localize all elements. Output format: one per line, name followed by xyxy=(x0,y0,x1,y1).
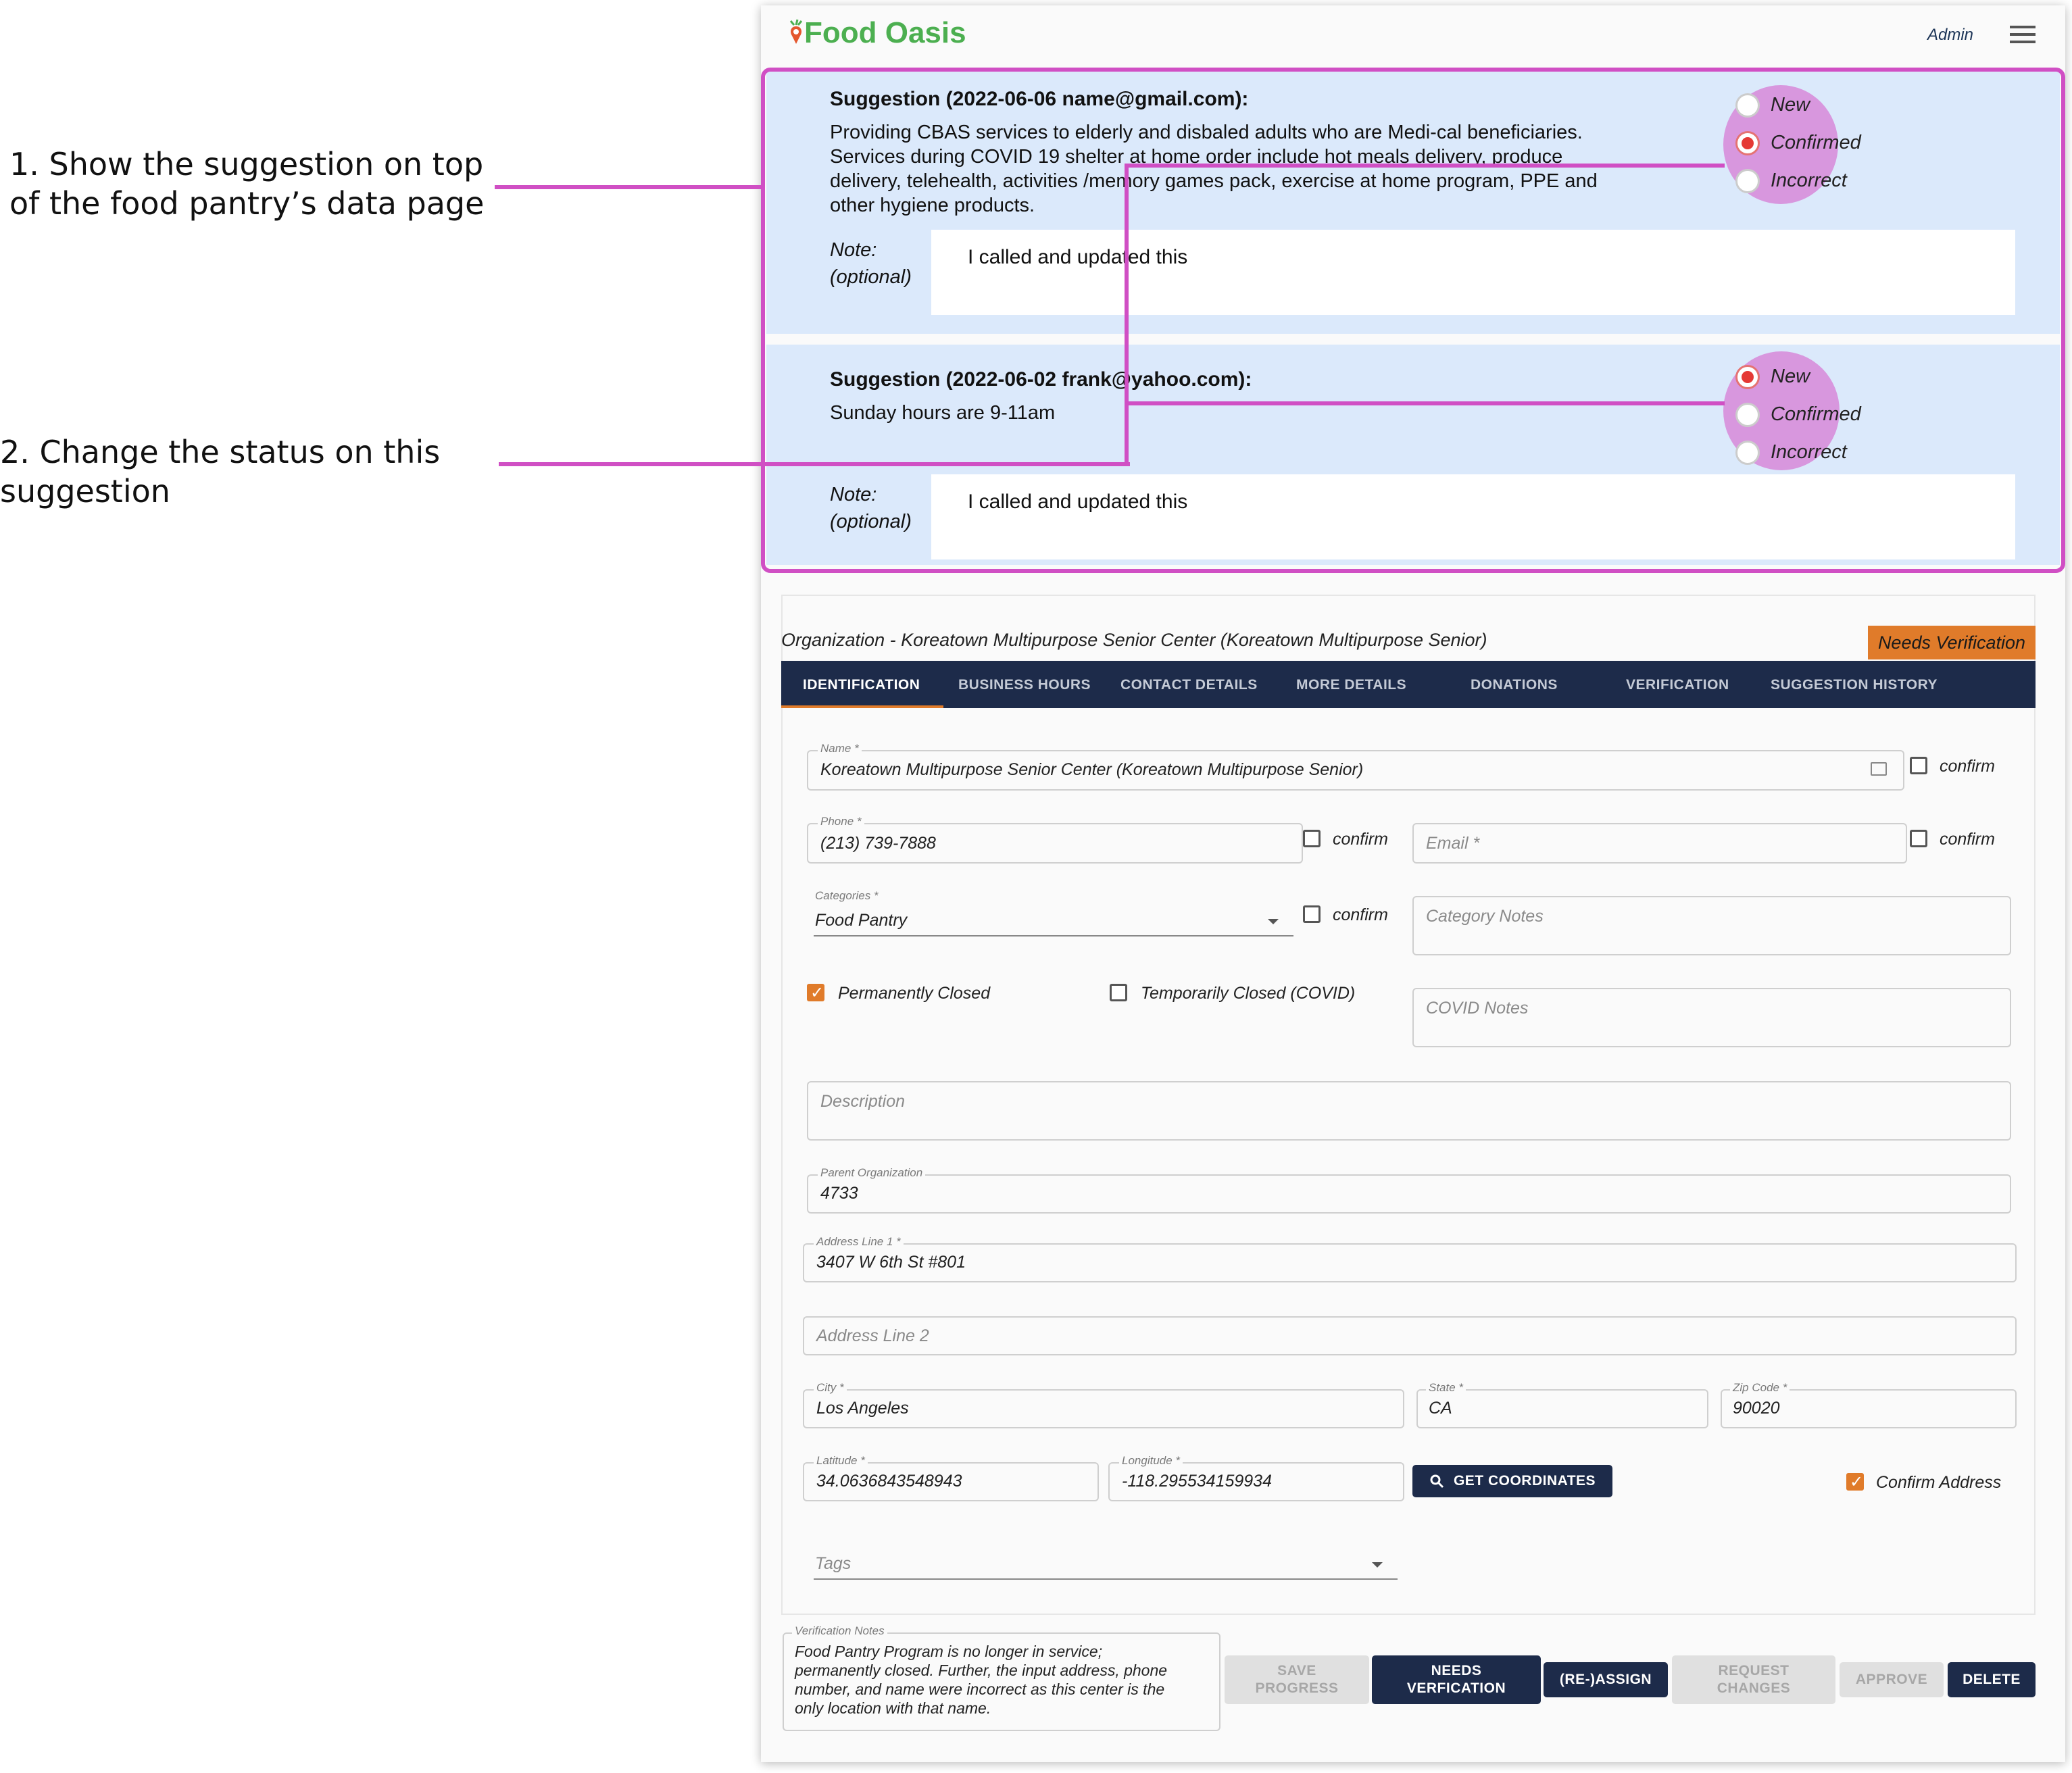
confirm-label: confirm xyxy=(1940,830,1995,849)
request-changes-button[interactable]: REQUEST CHANGES xyxy=(1672,1655,1835,1704)
zip-code-label: Zip Code * xyxy=(1730,1381,1790,1395)
connector-line xyxy=(499,462,1130,466)
tab-identification[interactable]: IDENTIFICATION xyxy=(803,677,920,693)
approve-button[interactable]: APPROVE xyxy=(1840,1662,1944,1697)
tab-contact-details[interactable]: CONTACT DETAILS xyxy=(1120,677,1258,693)
tab-more-details[interactable]: MORE DETAILS xyxy=(1296,677,1406,693)
parent-organization-value: 4733 xyxy=(820,1184,858,1203)
page-title: Organization - Koreatown Multipurpose Se… xyxy=(781,630,1487,650)
categories-label: Categories * xyxy=(812,889,881,903)
zip-code-value: 90020 xyxy=(1733,1399,1780,1418)
tab-suggestion-history[interactable]: SUGGESTION HISTORY xyxy=(1771,677,1938,693)
permanently-closed-label: Permanently Closed xyxy=(838,984,991,1003)
annotation-step2-line1: 2. Change the status on this xyxy=(0,434,441,470)
state-value: CA xyxy=(1429,1399,1452,1418)
email-placeholder: Email * xyxy=(1426,834,1480,853)
address-line-2-field[interactable] xyxy=(803,1316,2017,1355)
tags-placeholder: Tags xyxy=(815,1554,852,1573)
annotation-step1: 1. Show the suggestion on top of the foo… xyxy=(9,145,484,223)
permanently-closed-checkbox[interactable] xyxy=(807,983,824,1002)
email-confirm-checkbox[interactable] xyxy=(1910,830,1927,847)
phone-confirm-checkbox[interactable] xyxy=(1303,830,1321,847)
confirm-label: confirm xyxy=(1333,905,1388,924)
name-value: Koreatown Multipurpose Senior Center (Ko… xyxy=(820,760,1364,779)
needs-verification-button[interactable]: NEEDS VERFICATION xyxy=(1372,1655,1541,1704)
longitude-value: -118.295534159934 xyxy=(1122,1472,1272,1491)
longitude-label: Longitude * xyxy=(1119,1454,1183,1468)
address-line-1-label: Address Line 1 * xyxy=(814,1235,904,1249)
verification-notes-label: Verification Notes xyxy=(792,1624,887,1638)
categories-confirm-checkbox[interactable] xyxy=(1303,905,1321,923)
annotation-step1-line1: 1. Show the suggestion on top xyxy=(9,146,484,182)
annotation-step1-line2: of the food pantry’s data page xyxy=(9,185,485,222)
get-coordinates-label: GET COORDINATES xyxy=(1453,1473,1596,1489)
connector-line xyxy=(1125,401,1725,405)
logo-text: Food Oasis xyxy=(804,16,966,49)
confirm-address-checkbox[interactable] xyxy=(1846,1472,1864,1491)
delete-button[interactable]: DELETE xyxy=(1948,1662,2036,1697)
tab-indicator xyxy=(781,705,943,708)
covid-notes-placeholder: COVID Notes xyxy=(1426,999,1529,1018)
parent-organization-label: Parent Organization xyxy=(818,1166,926,1180)
get-coordinates-button[interactable]: GET COORDINATES xyxy=(1412,1465,1612,1497)
carrot-pin-icon xyxy=(789,19,803,44)
city-label: City * xyxy=(814,1381,847,1395)
phone-label: Phone * xyxy=(818,815,864,828)
category-notes-placeholder: Category Notes xyxy=(1426,907,1544,926)
tab-donations[interactable]: DONATIONS xyxy=(1471,677,1558,693)
tab-business-hours[interactable]: BUSINESS HOURS xyxy=(958,677,1091,693)
temporarily-closed-checkbox[interactable] xyxy=(1110,984,1127,1001)
chevron-down-icon xyxy=(1268,919,1279,924)
categories-value: Food Pantry xyxy=(815,911,908,930)
address-line-2-placeholder: Address Line 2 xyxy=(816,1326,929,1345)
address-line-1-value: 3407 W 6th St #801 xyxy=(816,1253,966,1272)
confirm-label: confirm xyxy=(1940,757,1995,776)
annotation-step2: 2. Change the status on this suggestion xyxy=(0,432,440,511)
verification-notes-text: Food Pantry Program is no longer in serv… xyxy=(795,1643,1168,1717)
connector-line xyxy=(495,185,764,189)
admin-link[interactable]: Admin xyxy=(1927,26,1973,45)
confirm-label: confirm xyxy=(1333,830,1388,849)
latitude-value: 34.0636843548943 xyxy=(816,1472,962,1491)
name-label: Name * xyxy=(818,742,862,755)
connector-line xyxy=(1125,164,1725,168)
state-label: State * xyxy=(1426,1381,1466,1395)
contact-card-icon xyxy=(1871,762,1887,776)
description-placeholder: Description xyxy=(820,1092,906,1111)
parent-organization-field[interactable] xyxy=(807,1174,2011,1214)
highlight-frame xyxy=(761,68,2065,573)
confirm-address-label: Confirm Address xyxy=(1876,1473,2002,1492)
hamburger-menu-icon[interactable] xyxy=(2010,26,2036,43)
phone-value: (213) 739-7888 xyxy=(820,834,936,853)
connector-line xyxy=(1125,164,1129,466)
email-field[interactable] xyxy=(1412,823,1907,864)
annotation-step2-line2: suggestion xyxy=(0,473,170,509)
temporarily-closed-label: Temporarily Closed (COVID) xyxy=(1141,984,1356,1003)
latitude-label: Latitude * xyxy=(814,1454,868,1468)
name-confirm-checkbox[interactable] xyxy=(1910,757,1927,774)
reassign-button[interactable]: (RE-)ASSIGN xyxy=(1544,1662,1668,1697)
state-field[interactable] xyxy=(1416,1389,1708,1428)
tags-select[interactable] xyxy=(814,1547,1398,1580)
search-icon xyxy=(1430,1474,1444,1489)
address-line-1-field[interactable] xyxy=(803,1243,2017,1282)
tab-verification[interactable]: VERIFICATION xyxy=(1626,677,1729,693)
chevron-down-icon xyxy=(1372,1562,1383,1568)
save-progress-button[interactable]: SAVE PROGRESS xyxy=(1225,1655,1369,1704)
food-oasis-logo[interactable]: Food Oasis xyxy=(788,16,966,50)
status-badge: Needs Verification xyxy=(1868,626,2036,659)
city-value: Los Angeles xyxy=(816,1399,909,1418)
description-field[interactable] xyxy=(807,1081,2011,1141)
